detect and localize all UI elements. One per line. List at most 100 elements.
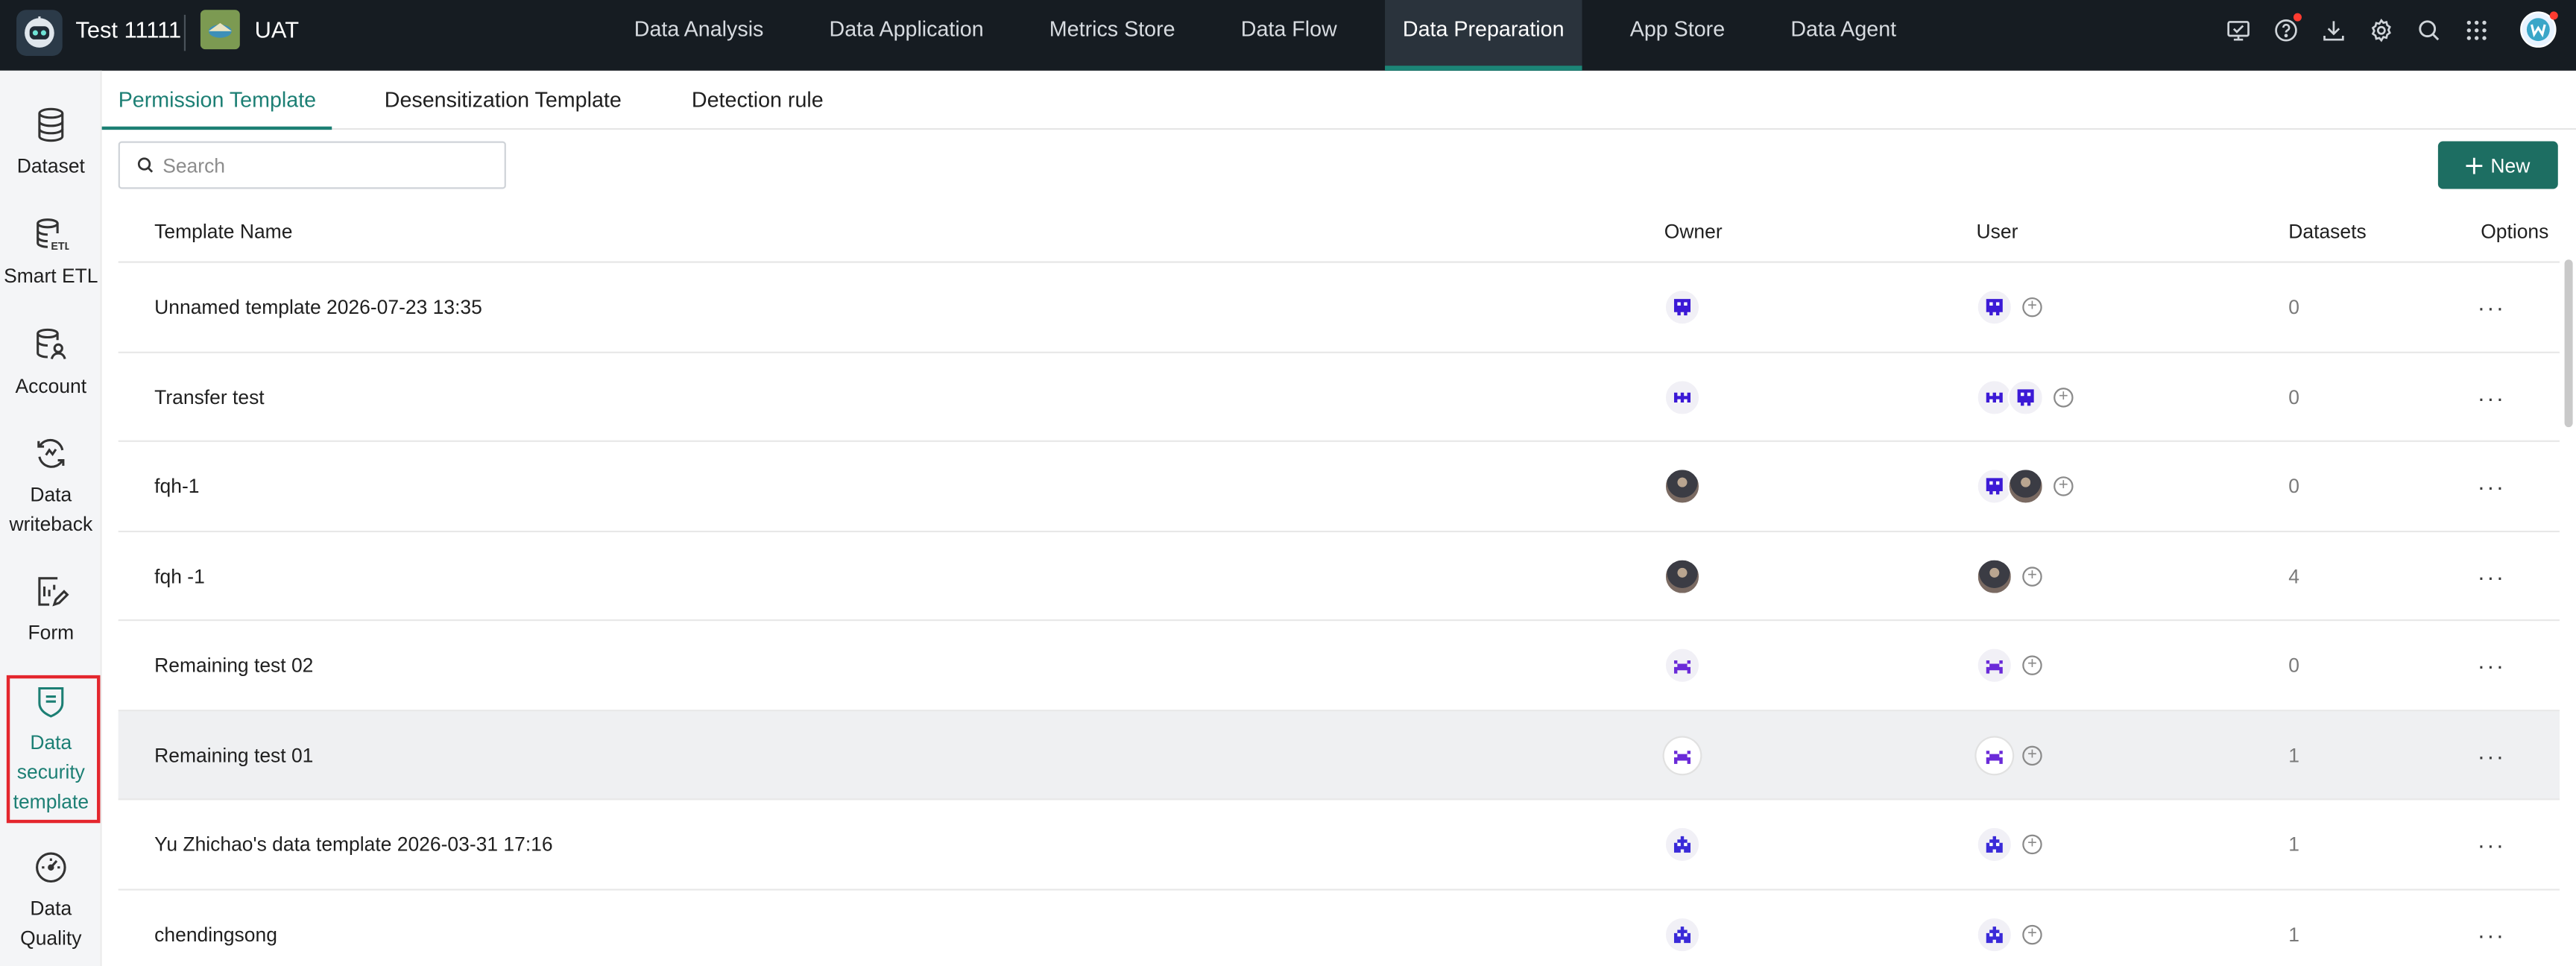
search-box bbox=[118, 141, 506, 189]
sidebar-item-account[interactable]: Account bbox=[0, 327, 102, 401]
table-row[interactable]: Transfer test + 0 ··· bbox=[118, 353, 2560, 442]
more-options-icon[interactable]: ··· bbox=[2478, 890, 2505, 966]
sidebar-item-smart-etl[interactable]: ETL Smart ETL bbox=[0, 217, 102, 291]
shield-icon bbox=[38, 686, 64, 718]
new-button[interactable]: New bbox=[2437, 141, 2558, 189]
owner-avatar[interactable] bbox=[1664, 288, 1701, 326]
gauge-icon bbox=[36, 852, 66, 883]
help-icon[interactable] bbox=[2272, 12, 2302, 43]
more-options-icon[interactable]: ··· bbox=[2478, 353, 2505, 441]
more-options-icon[interactable]: ··· bbox=[2478, 621, 2505, 710]
table-row[interactable]: Yu Zhichao's data template 2026-03-31 17… bbox=[118, 800, 2560, 890]
sidebar-item-dataset[interactable]: Dataset bbox=[0, 107, 102, 180]
search-input[interactable] bbox=[162, 154, 492, 177]
environment-icon[interactable] bbox=[200, 10, 240, 50]
column-options: Options bbox=[2481, 220, 2549, 244]
datasets-count: 0 bbox=[2288, 295, 2300, 319]
settings-icon[interactable] bbox=[2367, 16, 2395, 43]
sidebar-item-form[interactable]: Form bbox=[0, 573, 102, 647]
table-row[interactable]: Unnamed template 2026-07-23 13:35 + 0 ··… bbox=[118, 263, 2560, 353]
owner-avatar[interactable] bbox=[1664, 915, 1701, 953]
notification-dot bbox=[2549, 11, 2558, 20]
landscape-icon bbox=[200, 10, 240, 50]
apps-grid-icon[interactable] bbox=[2463, 16, 2490, 43]
tab-permission-template[interactable]: Permission Template bbox=[101, 71, 333, 130]
add-user-icon[interactable]: + bbox=[2022, 924, 2042, 944]
add-user-icon[interactable]: + bbox=[2022, 297, 2042, 318]
user-avatar[interactable] bbox=[1976, 736, 2013, 774]
pixel-avatar-icon bbox=[1986, 391, 2003, 402]
add-user-icon[interactable]: + bbox=[2022, 655, 2042, 675]
user-avatar[interactable] bbox=[1976, 915, 2013, 953]
table-row[interactable]: fqh -1 + 4 ··· bbox=[118, 531, 2560, 622]
template-name[interactable]: Yu Zhichao's data template 2026-03-31 17… bbox=[154, 800, 552, 888]
nav-metrics-store[interactable]: Metrics Store bbox=[1032, 0, 1193, 71]
add-user-icon[interactable]: + bbox=[2022, 834, 2042, 855]
monitor-icon[interactable] bbox=[2224, 16, 2252, 43]
add-user-icon[interactable]: + bbox=[2053, 476, 2074, 496]
more-options-icon[interactable]: ··· bbox=[2478, 800, 2505, 888]
form-icon bbox=[38, 577, 69, 607]
sidebar-item-label: Data Quality bbox=[20, 897, 82, 950]
template-name[interactable]: Remaining test 02 bbox=[154, 621, 313, 710]
environment-name[interactable]: UAT bbox=[255, 16, 299, 42]
template-name[interactable]: Remaining test 01 bbox=[154, 710, 313, 799]
owner-avatar[interactable] bbox=[1664, 736, 1701, 774]
tenant-name[interactable]: Test 11111 bbox=[75, 16, 181, 42]
download-icon[interactable] bbox=[2320, 16, 2347, 43]
table-scrollbar[interactable] bbox=[2564, 259, 2573, 428]
search-icon[interactable] bbox=[2415, 16, 2443, 43]
owner-avatar[interactable] bbox=[1664, 468, 1701, 505]
column-datasets: Datasets bbox=[2288, 220, 2367, 244]
sidebar-item-data-security-template[interactable]: Data security template bbox=[0, 684, 102, 817]
pixel-avatar-icon bbox=[1986, 299, 2003, 316]
more-options-icon[interactable]: ··· bbox=[2478, 710, 2505, 799]
template-name[interactable]: fqh -1 bbox=[154, 531, 205, 620]
template-name[interactable]: fqh-1 bbox=[154, 442, 199, 531]
nav-data-analysis[interactable]: Data Analysis bbox=[616, 0, 782, 71]
owner-avatar[interactable] bbox=[1664, 379, 1701, 415]
table-row[interactable]: Remaining test 02 + 0 ··· bbox=[118, 621, 2560, 711]
template-name[interactable]: chendingsong bbox=[154, 890, 277, 966]
more-options-icon[interactable]: ··· bbox=[2478, 531, 2505, 620]
nav-data-application[interactable]: Data Application bbox=[811, 0, 1002, 71]
sidebar-item-data-quality[interactable]: Data Quality bbox=[0, 850, 102, 953]
sidebar-item-label: Account bbox=[15, 374, 87, 398]
column-template-name: Template Name bbox=[154, 220, 293, 244]
tab-desensitization-template[interactable]: Desensitization Template bbox=[385, 71, 622, 130]
owner-avatar[interactable] bbox=[1664, 558, 1701, 594]
add-user-icon[interactable]: + bbox=[2022, 745, 2042, 765]
toolbar bbox=[2224, 0, 2558, 59]
table-row[interactable]: fqh-1 + 0 ··· bbox=[118, 442, 2560, 532]
nav-data-agent[interactable]: Data Agent bbox=[1772, 0, 1914, 71]
table-row[interactable]: Remaining test 01 + 1 ··· bbox=[118, 710, 2560, 801]
nav-data-flow[interactable]: Data Flow bbox=[1223, 0, 1355, 71]
template-name[interactable]: Transfer test bbox=[154, 353, 265, 441]
pixel-avatar-icon bbox=[1673, 926, 1691, 943]
user-avatar-icon bbox=[2526, 18, 2550, 42]
user-avatar[interactable] bbox=[1976, 647, 2013, 684]
user-avatar[interactable] bbox=[2520, 11, 2558, 48]
sidebar-item-label: Data security template bbox=[13, 730, 89, 814]
user-avatar[interactable] bbox=[2007, 379, 2044, 415]
pixel-avatar-icon bbox=[2017, 388, 2034, 405]
pixel-avatar-icon bbox=[1673, 836, 1691, 853]
user-avatar[interactable] bbox=[1976, 288, 2013, 326]
more-options-icon[interactable]: ··· bbox=[2478, 263, 2505, 352]
table-row[interactable]: chendingsong + 1 ··· bbox=[119, 890, 2560, 966]
nav-data-preparation[interactable]: Data Preparation bbox=[1384, 0, 1582, 71]
template-name[interactable]: Unnamed template 2026-07-23 13:35 bbox=[154, 263, 482, 352]
sidebar-item-data-writeback[interactable]: Data writeback bbox=[0, 435, 102, 539]
add-user-icon[interactable]: + bbox=[2053, 387, 2074, 407]
app-logo[interactable] bbox=[16, 10, 63, 56]
user-avatar[interactable] bbox=[1976, 558, 2013, 594]
owner-avatar[interactable] bbox=[1664, 826, 1701, 863]
datasets-count: 4 bbox=[2288, 564, 2300, 587]
add-user-icon[interactable]: + bbox=[2022, 566, 2042, 586]
owner-avatar[interactable] bbox=[1664, 647, 1701, 684]
tab-detection-rule[interactable]: Detection rule bbox=[692, 71, 824, 130]
user-avatar[interactable] bbox=[2007, 468, 2044, 505]
user-avatar[interactable] bbox=[1976, 826, 2013, 863]
nav-app-store[interactable]: App Store bbox=[1611, 0, 1743, 71]
more-options-icon[interactable]: ··· bbox=[2478, 442, 2505, 531]
